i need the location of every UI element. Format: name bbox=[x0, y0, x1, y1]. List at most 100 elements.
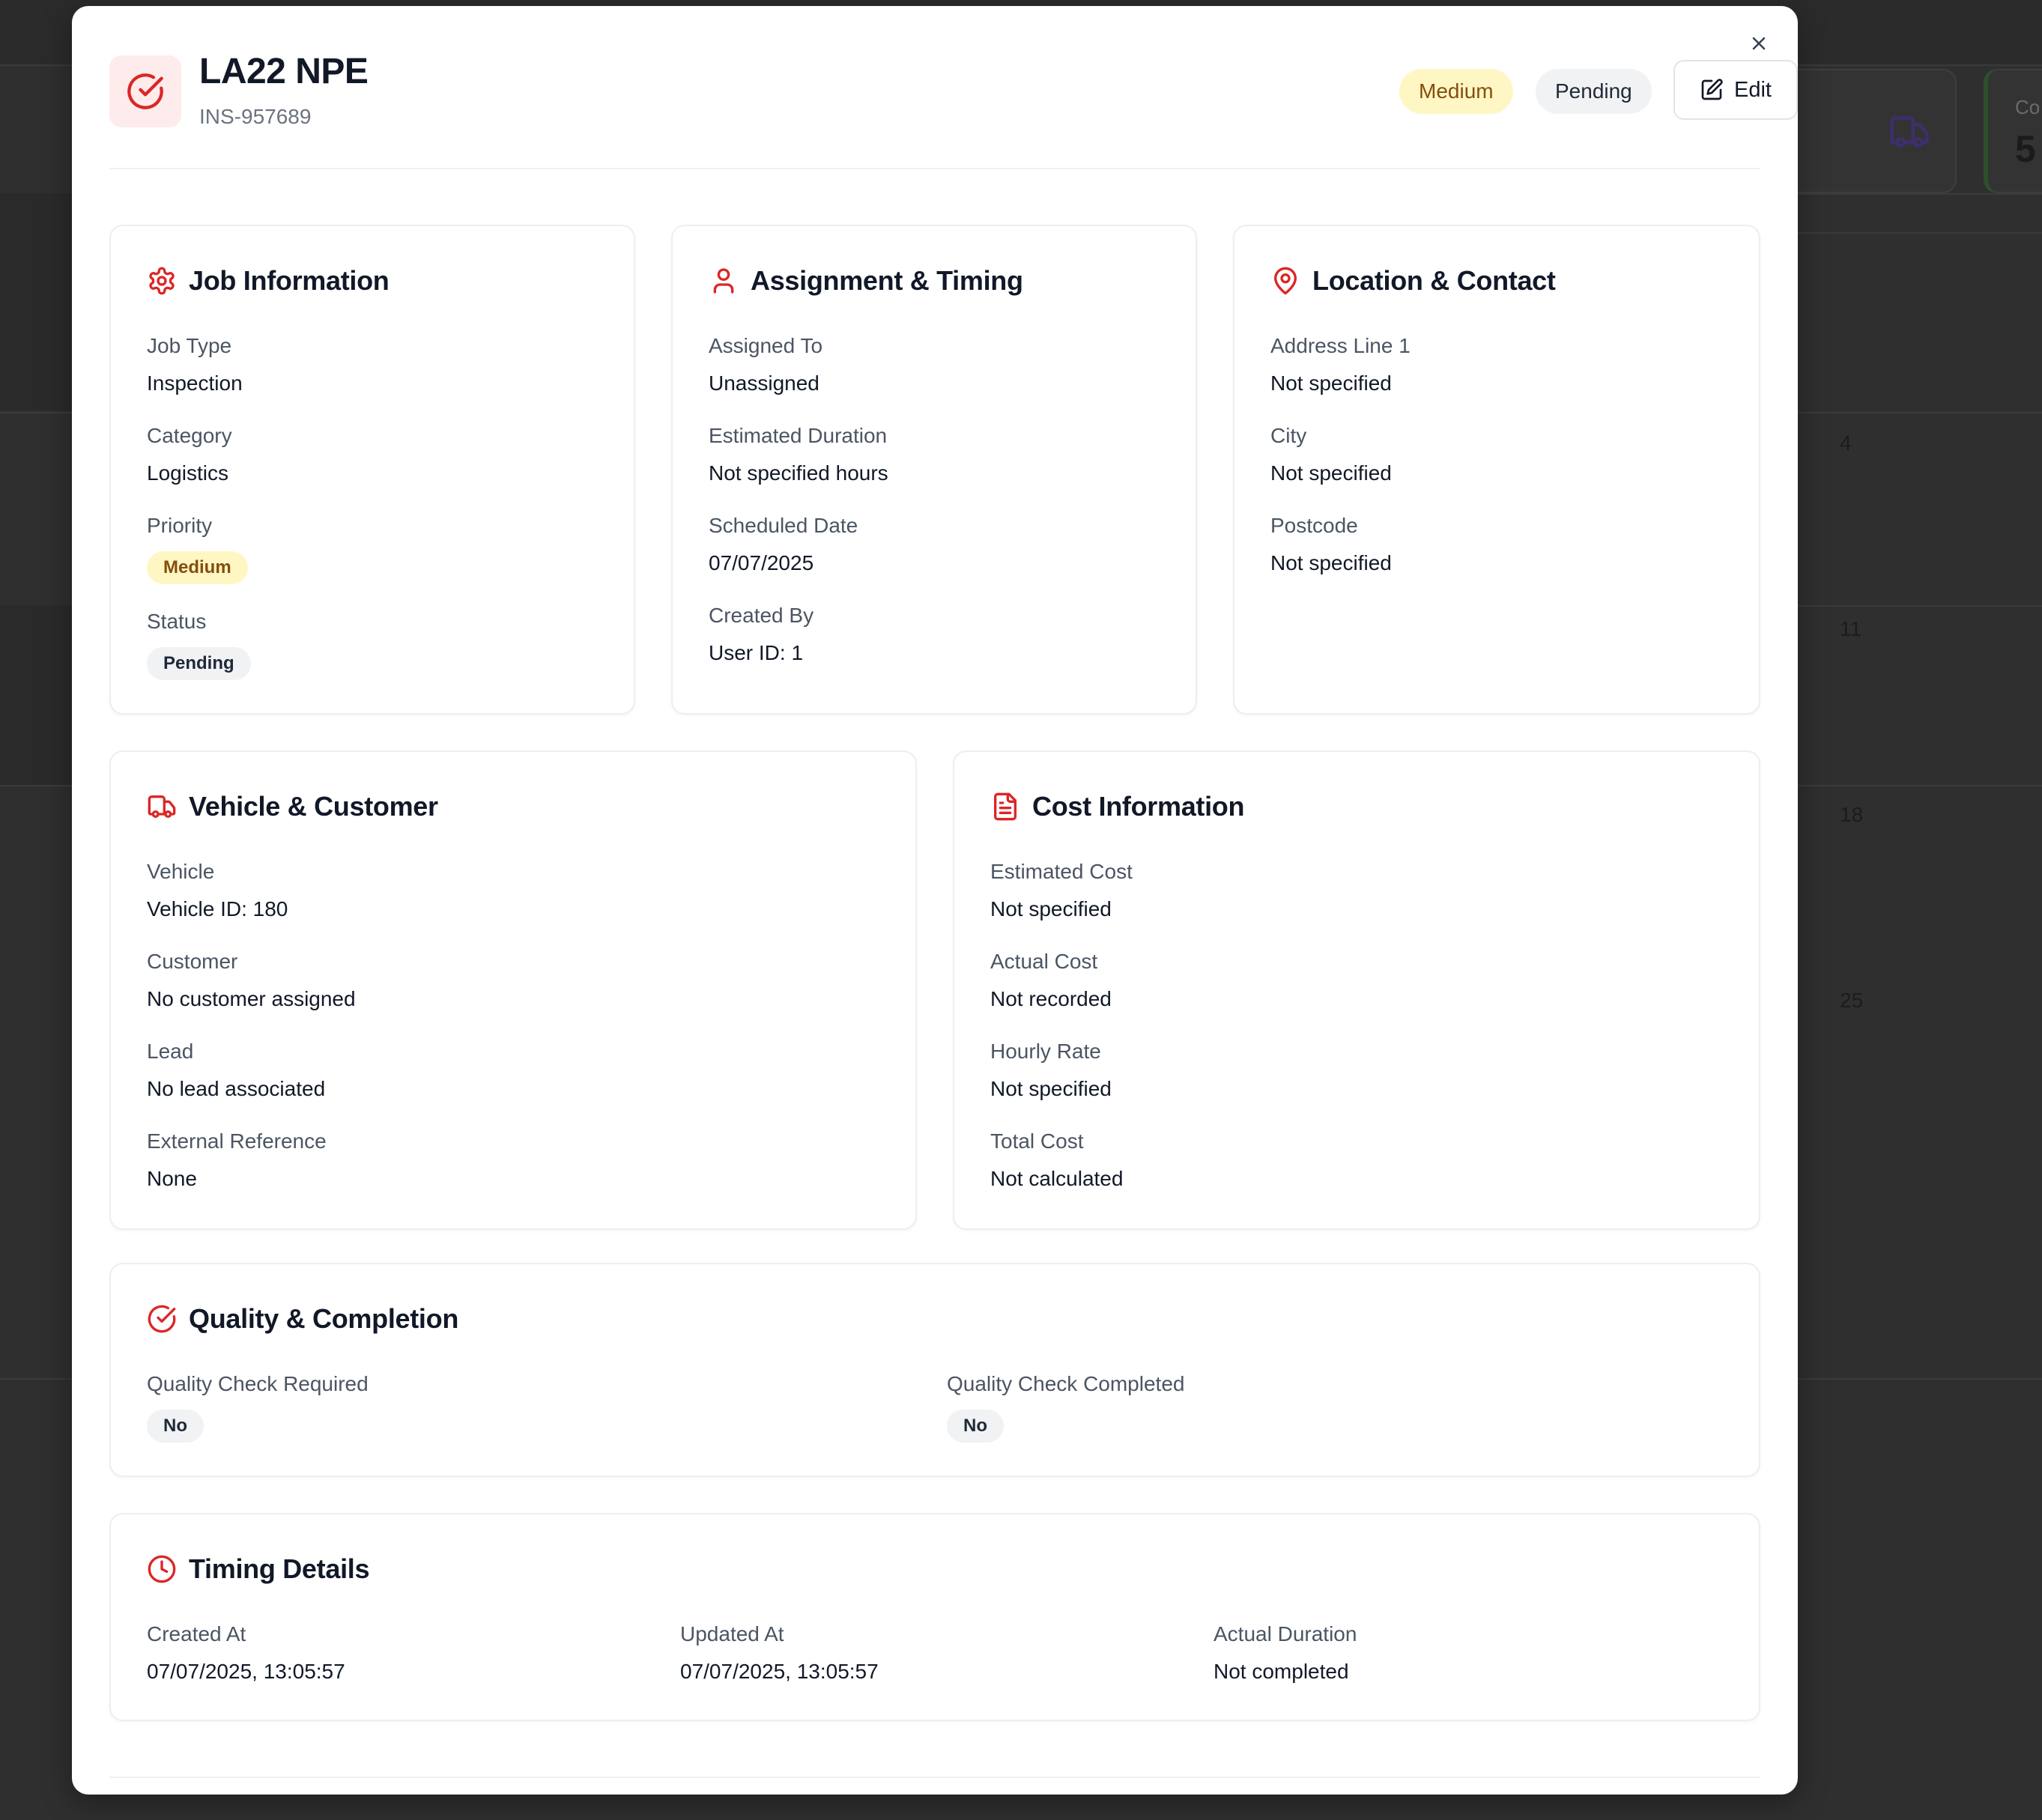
timing-details-card: Timing Details Created At 07/07/2025, 13… bbox=[109, 1513, 1760, 1721]
background-block bbox=[0, 193, 72, 410]
card-title-text: Assignment & Timing bbox=[751, 265, 1023, 296]
stat-card-value: 5 bbox=[2015, 128, 2036, 170]
field-scheduled-date: Scheduled Date 07/07/2025 bbox=[709, 514, 858, 575]
modal-header: LA22 NPE INS-957689 Medium Pending Edit bbox=[109, 48, 1798, 169]
field-estimated-duration: Estimated Duration Not specified hours bbox=[709, 424, 888, 485]
field-vehicle: Vehicle Vehicle ID: 180 bbox=[147, 860, 288, 921]
field-status: Status Pending bbox=[147, 610, 251, 680]
card-title-text: Quality & Completion bbox=[189, 1303, 459, 1334]
status-pill: Pending bbox=[147, 647, 251, 680]
location-contact-card: Location & Contact Address Line 1 Not sp… bbox=[1233, 225, 1760, 715]
field-label: Updated At bbox=[680, 1622, 784, 1645]
field-label: Assigned To bbox=[709, 334, 823, 357]
field-label: Estimated Duration bbox=[709, 424, 888, 447]
job-title: LA22 NPE bbox=[199, 52, 369, 91]
card-title: Quality & Completion bbox=[147, 1303, 458, 1335]
field-actual-cost: Actual Cost Not recorded bbox=[990, 950, 1112, 1011]
calendar-day-number: 25 bbox=[1840, 989, 1864, 1012]
field-label: Postcode bbox=[1270, 514, 1358, 537]
field-customer: Customer No customer assigned bbox=[147, 950, 356, 1011]
check-circle-icon bbox=[148, 1305, 176, 1333]
field-value: Not specified bbox=[1270, 461, 1392, 485]
truck-icon bbox=[1890, 116, 1929, 148]
field-estimated-cost: Estimated Cost Not specified bbox=[990, 860, 1133, 921]
quality-completion-card: Quality & Completion Quality Check Requi… bbox=[109, 1263, 1760, 1477]
edit-button[interactable]: Edit bbox=[1673, 60, 1798, 120]
field-created-by: Created By User ID: 1 bbox=[709, 604, 814, 665]
clock-icon bbox=[148, 1555, 176, 1583]
field-label: Actual Duration bbox=[1214, 1622, 1357, 1645]
gear-icon bbox=[149, 267, 175, 295]
card-title-text: Cost Information bbox=[1032, 791, 1245, 822]
card-title-text: Timing Details bbox=[189, 1553, 370, 1584]
field-value: Inspection bbox=[147, 371, 243, 395]
calendar-day-number: 11 bbox=[1840, 617, 1862, 640]
field-value: Logistics bbox=[147, 461, 228, 485]
field-external-reference: External Reference None bbox=[147, 1129, 327, 1191]
field-label: Priority bbox=[147, 514, 213, 537]
card-title: Location & Contact bbox=[1270, 265, 1556, 297]
truck-icon bbox=[148, 795, 176, 818]
edit-icon bbox=[1701, 79, 1723, 100]
document-icon bbox=[994, 792, 1017, 821]
job-information-card: Job Information Job Type Inspection Cate… bbox=[109, 225, 635, 715]
field-city: City Not specified bbox=[1270, 424, 1392, 485]
calendar-day-number: 4 bbox=[1840, 431, 1852, 455]
field-actual-duration: Actual Duration Not completed bbox=[1214, 1622, 1357, 1684]
field-total-cost: Total Cost Not calculated bbox=[990, 1129, 1123, 1191]
user-icon bbox=[713, 268, 734, 294]
quality-check-completed-pill: No bbox=[947, 1410, 1004, 1443]
field-quality-check-required: Quality Check Required No bbox=[147, 1372, 369, 1443]
field-value: 07/07/2025 bbox=[709, 551, 814, 574]
footer-divider bbox=[109, 1777, 1760, 1778]
field-label: Category bbox=[147, 424, 232, 447]
field-label: Total Cost bbox=[990, 1129, 1084, 1153]
field-label: Vehicle bbox=[147, 860, 215, 883]
field-value: Unassigned bbox=[709, 371, 819, 395]
header-icon-box bbox=[109, 55, 181, 127]
cost-information-card: Cost Information Estimated Cost Not spec… bbox=[953, 750, 1760, 1230]
field-value: Not specified bbox=[990, 1077, 1112, 1100]
field-label: Created At bbox=[147, 1622, 246, 1645]
field-label: Job Type bbox=[147, 334, 232, 357]
field-label: City bbox=[1270, 424, 1307, 447]
assignment-timing-card: Assignment & Timing Assigned To Unassign… bbox=[671, 225, 1197, 715]
card-title-text: Vehicle & Customer bbox=[189, 791, 438, 822]
card-title: Job Information bbox=[147, 265, 390, 297]
field-label: Address Line 1 bbox=[1270, 334, 1411, 357]
job-details-modal: LA22 NPE INS-957689 Medium Pending Edit … bbox=[72, 6, 1798, 1795]
field-label: Hourly Rate bbox=[990, 1040, 1101, 1063]
card-title: Timing Details bbox=[147, 1553, 370, 1585]
background-block bbox=[0, 605, 72, 785]
field-value: User ID: 1 bbox=[709, 641, 804, 664]
field-label: Scheduled Date bbox=[709, 514, 858, 537]
field-value: 07/07/2025, 13:05:57 bbox=[147, 1660, 345, 1683]
card-title-text: Job Information bbox=[189, 265, 390, 296]
job-reference: INS-957689 bbox=[199, 105, 312, 128]
field-value: Not recorded bbox=[990, 987, 1112, 1010]
field-value: No customer assigned bbox=[147, 987, 356, 1010]
field-label: Estimated Cost bbox=[990, 860, 1133, 883]
field-lead: Lead No lead associated bbox=[147, 1040, 325, 1101]
field-hourly-rate: Hourly Rate Not specified bbox=[990, 1040, 1112, 1101]
stat-card-label: Co bbox=[2015, 96, 2041, 118]
field-value: Not specified bbox=[1270, 551, 1392, 574]
vehicle-customer-card: Vehicle & Customer Vehicle Vehicle ID: 1… bbox=[109, 750, 917, 1230]
field-label: External Reference bbox=[147, 1129, 327, 1153]
card-title: Vehicle & Customer bbox=[147, 791, 438, 822]
card-title: Assignment & Timing bbox=[709, 265, 1023, 297]
field-value: Not specified hours bbox=[709, 461, 888, 485]
status-badge: Pending bbox=[1536, 69, 1652, 114]
field-label: Created By bbox=[709, 604, 814, 627]
field-value: Not completed bbox=[1214, 1660, 1349, 1683]
field-label: Customer bbox=[147, 950, 238, 973]
priority-badge: Medium bbox=[1399, 69, 1513, 114]
card-title: Cost Information bbox=[990, 791, 1244, 822]
field-assigned-to: Assigned To Unassigned bbox=[709, 334, 822, 395]
field-job-type: Job Type Inspection bbox=[147, 334, 243, 395]
calendar-day-number: 18 bbox=[1840, 803, 1864, 826]
field-priority: Priority Medium bbox=[147, 514, 248, 584]
field-category: Category Logistics bbox=[147, 424, 232, 485]
field-label: Status bbox=[147, 610, 207, 633]
field-label: Quality Check Required bbox=[147, 1372, 369, 1395]
